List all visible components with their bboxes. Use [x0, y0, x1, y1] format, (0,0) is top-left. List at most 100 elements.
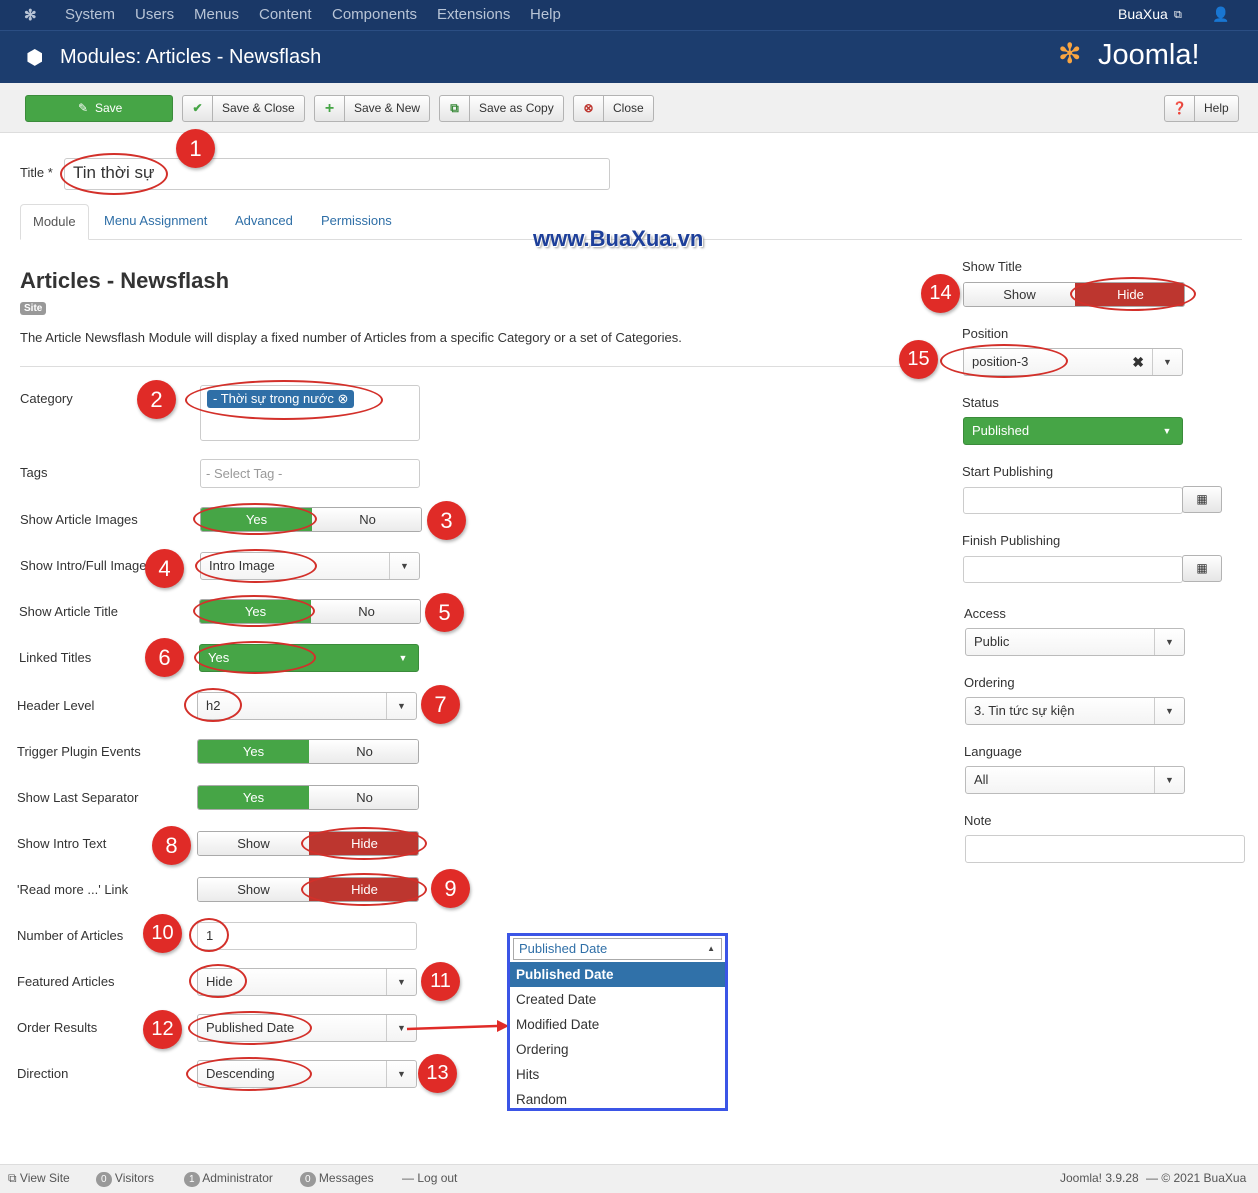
joomla-menu-icon[interactable]: ✻	[24, 6, 37, 24]
menu-extensions[interactable]: Extensions	[437, 6, 510, 23]
calendar-icon: ▦	[1196, 492, 1208, 506]
marker-1: 1	[176, 129, 215, 168]
highlight-ring	[60, 153, 168, 195]
tags-input[interactable]: - Select Tag -	[200, 459, 420, 488]
divider	[20, 366, 912, 367]
menu-system[interactable]: System	[65, 6, 115, 23]
highlight-ring	[188, 1011, 312, 1045]
tab-module[interactable]: Module	[20, 204, 89, 240]
option-random[interactable]: Random	[510, 1087, 725, 1112]
marker-3: 3	[427, 501, 466, 540]
popup-current-value[interactable]: Published Date ▲	[513, 938, 722, 960]
option-published-date[interactable]: Published Date	[510, 962, 725, 987]
marker-14: 14	[921, 274, 960, 313]
module-heading: Articles - Newsflash	[20, 268, 230, 293]
option-created-date[interactable]: Created Date	[510, 987, 725, 1012]
highlight-ring	[1070, 277, 1196, 311]
close-button[interactable]: ⊗ Close	[573, 95, 654, 122]
direction-label: Direction	[17, 1066, 69, 1081]
chevron-down-icon: ▼	[386, 693, 416, 719]
chevron-down-icon: ▼	[386, 1061, 416, 1087]
clear-icon[interactable]: ✖	[1132, 349, 1144, 375]
chevron-down-icon: ▼	[398, 653, 408, 663]
help-button[interactable]: ❓ Help	[1164, 95, 1239, 122]
show-title-label: Show Article Title	[19, 604, 118, 619]
menu-help[interactable]: Help	[530, 6, 561, 23]
messages-link[interactable]: 0 Messages	[300, 1171, 374, 1187]
trigger-label: Trigger Plugin Events	[17, 744, 141, 759]
marker-11: 11	[421, 962, 460, 1001]
show-title-side-show[interactable]: Show	[964, 283, 1075, 306]
status-select[interactable]: Published ▼	[963, 417, 1183, 445]
tab-advanced[interactable]: Advanced	[235, 213, 293, 228]
show-images-no[interactable]: No	[312, 508, 421, 531]
note-input[interactable]	[965, 835, 1245, 863]
num-articles-label: Number of Articles	[17, 928, 124, 943]
watermark: www.BuaXua.vn	[533, 226, 704, 251]
marker-15: 15	[899, 340, 938, 379]
option-hits[interactable]: Hits	[510, 1062, 725, 1087]
finish-pub-calendar-button[interactable]: ▦	[1182, 555, 1222, 582]
header-level-label: Header Level	[17, 698, 95, 713]
save-close-button[interactable]: ✔ Save & Close	[182, 95, 305, 122]
last-sep-toggle[interactable]: Yes No	[197, 785, 419, 810]
access-select[interactable]: Public ▼	[965, 628, 1185, 656]
save-new-button[interactable]: + Save & New	[314, 95, 430, 122]
start-pub-calendar-button[interactable]: ▦	[1182, 486, 1222, 513]
last-sep-yes[interactable]: Yes	[198, 786, 309, 809]
save-icon: ✎	[78, 101, 89, 115]
last-sep-label: Show Last Separator	[17, 790, 139, 805]
menu-menus[interactable]: Menus	[194, 6, 239, 23]
save-button[interactable]: ✎ Save	[25, 95, 173, 122]
language-select[interactable]: All ▼	[965, 766, 1185, 794]
featured-label: Featured Articles	[17, 974, 115, 989]
marker-13: 13	[418, 1054, 457, 1093]
status-bar: ⧉ View Site 0 Visitors 1 Administrator 0…	[0, 1164, 1258, 1193]
order-label: Order Results	[17, 1020, 98, 1035]
copy-icon: ⧉	[440, 96, 470, 121]
logout-link[interactable]: — Log out	[402, 1171, 457, 1185]
option-modified-date[interactable]: Modified Date	[510, 1012, 725, 1037]
last-sep-no[interactable]: No	[309, 786, 418, 809]
page-header: ⬢ Modules: Articles - Newsflash ✻ Joomla…	[0, 30, 1258, 83]
num-articles-input[interactable]: 1	[197, 922, 417, 950]
readmore-label: 'Read more ...' Link	[17, 882, 129, 897]
menu-content[interactable]: Content	[259, 6, 312, 23]
check-icon: ✔	[183, 96, 213, 121]
view-site-link[interactable]: ⧉ View Site	[8, 1171, 70, 1186]
trigger-yes[interactable]: Yes	[198, 740, 309, 763]
highlight-ring	[189, 918, 229, 952]
version-text: Joomla! 3.9.28	[1060, 1171, 1139, 1185]
trigger-no[interactable]: No	[309, 740, 418, 763]
show-title-side-label: Show Title	[962, 259, 1022, 274]
show-images-label: Show Article Images	[20, 512, 138, 527]
ordering-select[interactable]: 3. Tin tức sự kiện ▼	[965, 697, 1185, 725]
site-name-link[interactable]: BuaXua	[1118, 6, 1168, 22]
finish-pub-label: Finish Publishing	[962, 533, 1061, 548]
highlight-ring	[940, 344, 1068, 378]
menu-users[interactable]: Users	[135, 6, 174, 23]
user-icon[interactable]: 👤	[1212, 6, 1229, 23]
marker-4: 4	[145, 549, 184, 588]
chevron-down-icon: ▼	[1154, 629, 1184, 655]
finish-pub-input[interactable]	[963, 556, 1183, 583]
readmore-show[interactable]: Show	[198, 878, 309, 901]
language-label: Language	[964, 744, 1022, 759]
top-menu-bar: ✻ System Users Menus Content Components …	[0, 0, 1258, 30]
save-copy-button[interactable]: ⧉ Save as Copy	[439, 95, 564, 122]
start-pub-input[interactable]	[963, 487, 1183, 514]
menu-components[interactable]: Components	[332, 6, 417, 23]
marker-6: 6	[145, 638, 184, 677]
module-description: The Article Newsflash Module will displa…	[20, 330, 682, 345]
chevron-down-icon: ▼	[1152, 349, 1182, 375]
minus-icon: —	[402, 1171, 414, 1185]
tab-menu-assignment[interactable]: Menu Assignment	[104, 213, 207, 228]
joomla-logo-text: Joomla!	[1098, 39, 1200, 71]
highlight-ring	[301, 827, 427, 860]
option-ordering[interactable]: Ordering	[510, 1037, 725, 1062]
tab-permissions[interactable]: Permissions	[321, 213, 392, 228]
intro-full-label: Show Intro/Full Image	[20, 558, 147, 573]
intro-text-show[interactable]: Show	[198, 832, 309, 855]
show-title-no[interactable]: No	[311, 600, 420, 623]
trigger-toggle[interactable]: Yes No	[197, 739, 419, 764]
